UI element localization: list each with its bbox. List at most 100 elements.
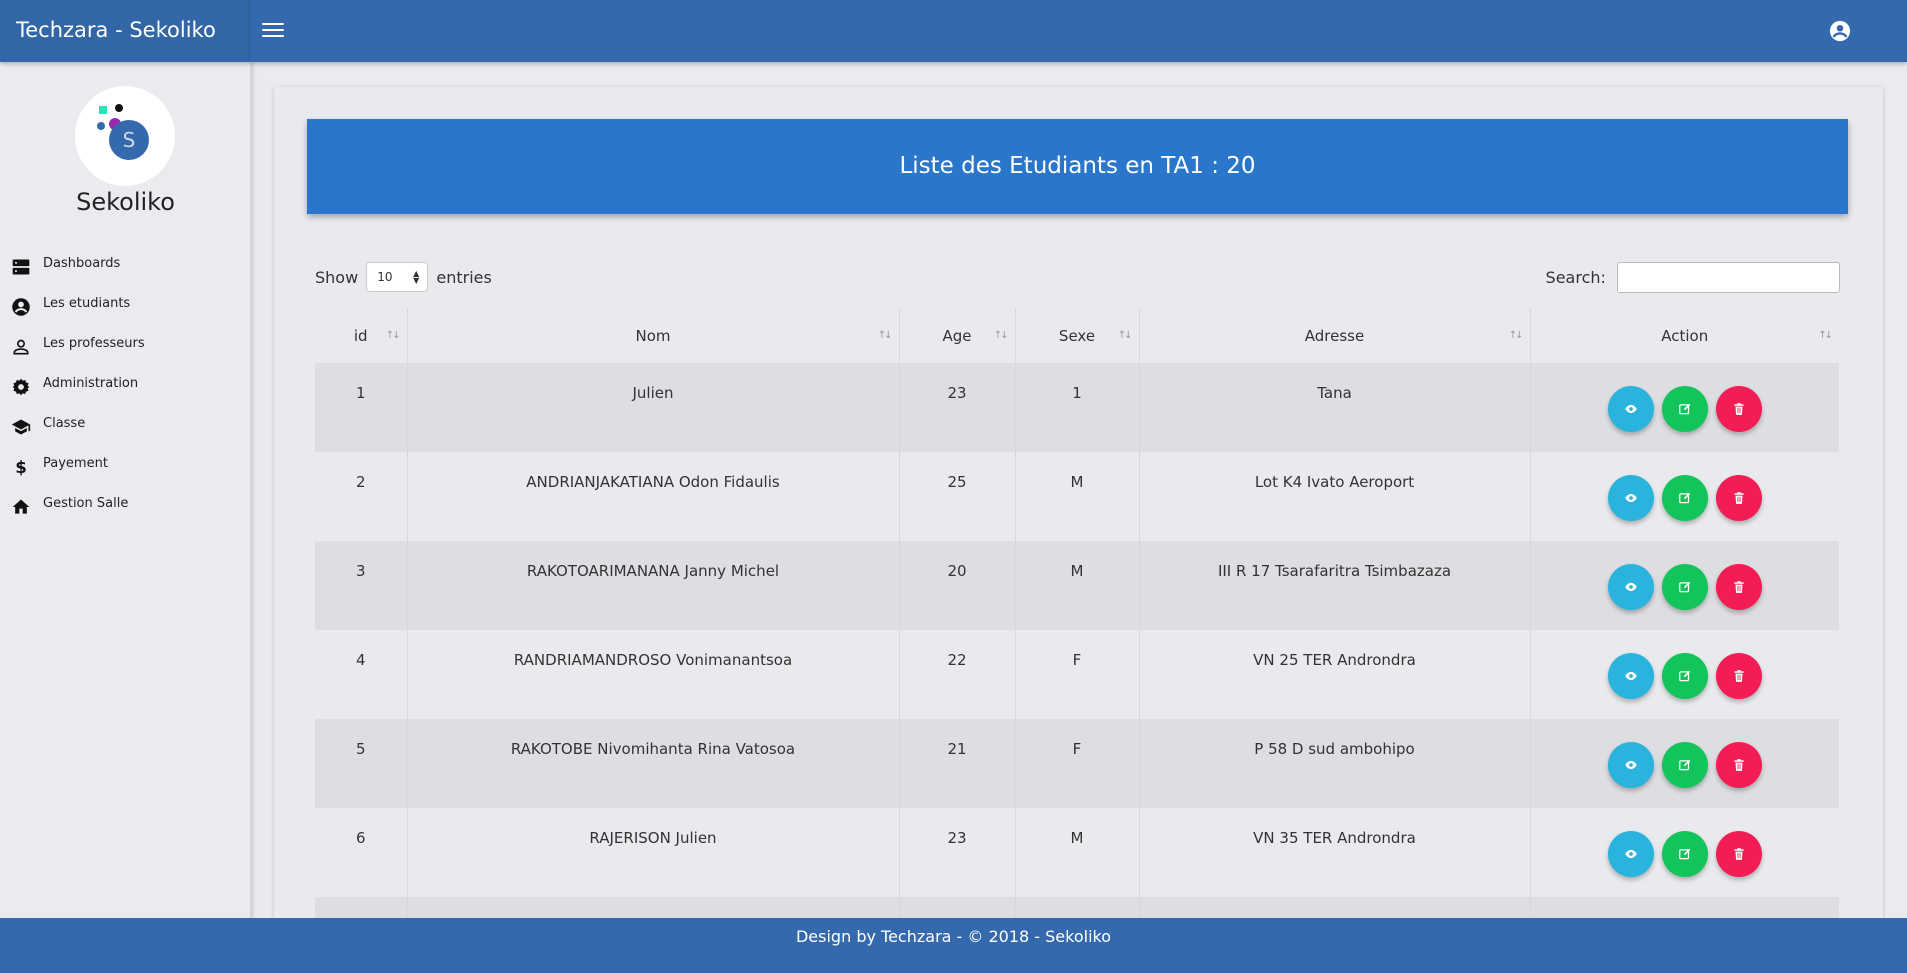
- view-button[interactable]: [1607, 742, 1654, 788]
- gear-icon: [11, 374, 31, 396]
- delete-button[interactable]: [1715, 653, 1762, 699]
- sidebar-item-label: Les professeurs: [43, 336, 145, 351]
- cell-nom: RAKOTOARIMANANA Janny Michel: [407, 541, 900, 630]
- cell-sexe: F: [1015, 630, 1140, 719]
- cell-id: 6: [315, 808, 408, 897]
- entries-select-value: 10: [377, 270, 393, 284]
- sidebar: S Sekoliko Dashboards Les etudiants Les …: [0, 62, 251, 918]
- dashboard-icon: [11, 254, 31, 275]
- entries-label: entries: [436, 267, 492, 287]
- edit-button[interactable]: [1661, 831, 1708, 877]
- sort-icon: ↑↓: [1508, 330, 1524, 341]
- graduation-cap-icon: [11, 414, 31, 435]
- edit-button[interactable]: [1661, 475, 1708, 521]
- sort-icon: ↑↓: [1117, 330, 1133, 341]
- select-arrows-icon: ▲ ▼: [413, 269, 420, 285]
- cell-action: [1530, 719, 1839, 808]
- table-row: 1 Julien 23 1 Tana: [315, 363, 1839, 452]
- edit-button[interactable]: [1661, 386, 1708, 432]
- cell-id: 1: [315, 363, 408, 452]
- column-header-nom[interactable]: Nom ↑↓: [407, 308, 900, 363]
- sidebar-item-label: Gestion Salle: [43, 496, 129, 511]
- sidebar-item-etudiants[interactable]: Les etudiants: [0, 284, 251, 324]
- edit-button[interactable]: [1661, 564, 1708, 610]
- students-table: id ↑↓ Nom ↑↓ Age ↑↓ Sexe ↑↓ Adresse ↑↓ Action…: [315, 308, 1839, 918]
- search-input[interactable]: [1617, 262, 1840, 293]
- sidebar-item-label: Administration: [43, 376, 139, 391]
- logo-name: Sekoliko: [76, 188, 175, 216]
- edit-button[interactable]: [1661, 653, 1708, 699]
- sort-asc-icon: ↑↓: [385, 330, 401, 341]
- column-header-action[interactable]: Action ↑↓: [1530, 308, 1839, 363]
- sidebar-item-gestion-salle[interactable]: Gestion Salle: [0, 484, 251, 524]
- cell-age: 23: [899, 363, 1016, 452]
- cell-nom: ANDRIANJAKATIANA Odon Fidaulis: [407, 452, 900, 541]
- sidebar-nav: Dashboards Les etudiants Les professeurs…: [0, 244, 251, 524]
- entries-length-control: Show 10 ▲ ▼ entries: [315, 262, 492, 292]
- cell-age: 20: [899, 541, 1016, 630]
- column-header-sexe[interactable]: Sexe ↑↓: [1015, 308, 1140, 363]
- cell-id: 2: [315, 452, 408, 541]
- sort-icon: ↑↓: [1818, 330, 1833, 341]
- cell-adresse: VN 35 TER Androndra: [1139, 808, 1531, 897]
- view-button[interactable]: [1607, 386, 1654, 432]
- cell-action: [1530, 541, 1839, 630]
- sidebar-item-payement[interactable]: $ Payement: [0, 444, 251, 484]
- cell-id: 4: [315, 630, 408, 719]
- sidebar-item-professeurs[interactable]: Les professeurs: [0, 324, 251, 364]
- sidebar-item-label: Classe: [43, 416, 86, 431]
- cell-action: [1530, 363, 1839, 452]
- cell-id: 3: [315, 541, 408, 630]
- column-header-adresse[interactable]: Adresse ↑↓: [1139, 308, 1531, 363]
- show-label: Show: [315, 267, 359, 287]
- cell-adresse: III R 17 Tsarafaritra Tsimbazaza: [1139, 541, 1531, 630]
- person-icon: [11, 334, 31, 355]
- view-button[interactable]: [1607, 564, 1654, 610]
- home-icon: [11, 494, 31, 514]
- view-button[interactable]: [1607, 653, 1654, 699]
- page-title: Liste des Etudiants en TA1 : 20: [307, 119, 1848, 214]
- cell-age: 25: [899, 452, 1016, 541]
- column-header-id[interactable]: id ↑↓: [315, 308, 408, 363]
- table-row: 3 RAKOTOARIMANANA Janny Michel 20 M III …: [315, 541, 1839, 630]
- cell-age: 23: [899, 808, 1016, 897]
- app-brand[interactable]: Techzara - Sekoliko: [0, 0, 250, 62]
- sort-icon: ↑↓: [993, 330, 1009, 341]
- cell-adresse: Tana: [1139, 363, 1531, 452]
- delete-button[interactable]: [1715, 564, 1762, 610]
- sidebar-item-dashboards[interactable]: Dashboards: [0, 244, 251, 284]
- delete-button[interactable]: [1715, 475, 1762, 521]
- cell-sexe: M: [1015, 452, 1140, 541]
- delete-button[interactable]: [1715, 386, 1762, 432]
- cell-age: 22: [899, 630, 1016, 719]
- delete-button[interactable]: [1715, 831, 1762, 877]
- cell-action: [1530, 452, 1839, 541]
- svg-text:$: $: [15, 458, 27, 477]
- cell-id: 5: [315, 719, 408, 808]
- edit-button[interactable]: [1661, 742, 1708, 788]
- account-circle-icon: [11, 294, 31, 316]
- footer: Design by Techzara - © 2018 - Sekoliko: [0, 918, 1907, 973]
- column-header-age[interactable]: Age ↑↓: [899, 308, 1016, 363]
- delete-button[interactable]: [1715, 742, 1762, 788]
- cell-nom: Julien: [407, 363, 900, 452]
- svg-text:S: S: [123, 128, 136, 152]
- entries-select[interactable]: 10 ▲ ▼: [366, 262, 429, 292]
- cell-action: [1530, 808, 1839, 897]
- account-circle-icon[interactable]: [1829, 20, 1851, 42]
- sidebar-item-label: Les etudiants: [43, 296, 131, 311]
- sort-icon: ↑↓: [877, 330, 893, 341]
- view-button[interactable]: [1607, 475, 1654, 521]
- hamburger-menu-icon[interactable]: [262, 20, 284, 38]
- sidebar-item-administration[interactable]: Administration: [0, 364, 251, 404]
- search-control: Search:: [1546, 262, 1840, 293]
- sidebar-item-label: Dashboards: [43, 256, 121, 271]
- logo: S: [75, 86, 175, 186]
- table-row: 6 RAJERISON Julien 23 M VN 35 TER Andron…: [315, 808, 1839, 897]
- sidebar-item-label: Payement: [43, 456, 108, 471]
- view-button[interactable]: [1607, 831, 1654, 877]
- table-row: 2 ANDRIANJAKATIANA Odon Fidaulis 25 M Lo…: [315, 452, 1839, 541]
- search-label: Search:: [1545, 268, 1606, 287]
- cell-action: [1530, 630, 1839, 719]
- sidebar-item-classe[interactable]: Classe: [0, 404, 251, 444]
